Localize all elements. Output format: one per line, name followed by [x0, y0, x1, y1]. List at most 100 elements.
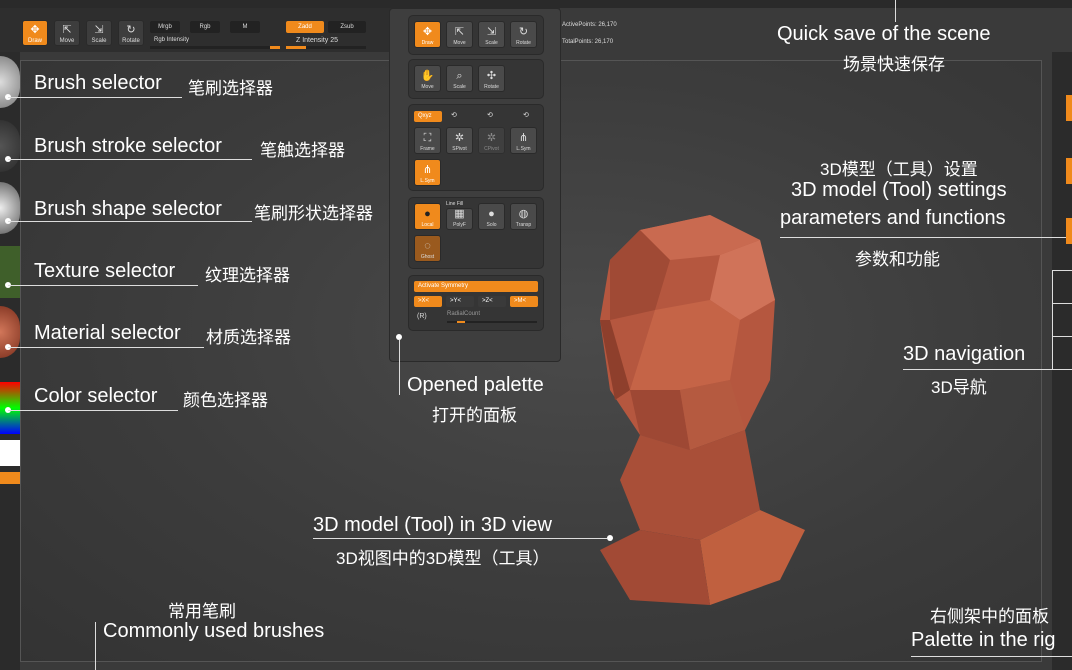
z-intensity-track[interactable]: [286, 46, 366, 49]
lsym-active-button[interactable]: ⋔ L.Sym: [414, 159, 441, 186]
axis-z-icon[interactable]: ⟲: [487, 111, 493, 119]
rotate-icon: ↻: [518, 26, 529, 38]
palette-move2-button[interactable]: ✋ Move: [414, 65, 441, 92]
transform-group: ✥ Draw ⇱ Move ⇲ Scale ↻ Rotate: [408, 15, 544, 55]
rotate-icon: ↻: [126, 24, 136, 36]
rgb-intensity-fill: [270, 46, 280, 49]
radial-count-track[interactable]: [447, 321, 537, 323]
chest: [600, 530, 710, 605]
frame-icon: ⛶: [423, 132, 432, 144]
right-palette-label-zh: 右侧架中的面板: [930, 607, 1049, 626]
mrgb-button[interactable]: Mrgb: [150, 21, 180, 33]
lsym-button[interactable]: ⋔ L.Sym: [510, 127, 537, 154]
right-shelf-button-2[interactable]: [1066, 158, 1072, 184]
m-button[interactable]: M: [230, 21, 260, 33]
3d-model-head[interactable]: [570, 210, 810, 620]
stroke-selector-leader: [8, 159, 252, 160]
common-brushes-label: Commonly used brushes: [103, 620, 325, 642]
palette-scale-button[interactable]: ⇲ Scale: [478, 21, 505, 48]
zsub-button[interactable]: Zsub: [328, 21, 366, 33]
shape-selector-label: Brush shape selector: [34, 198, 222, 220]
stroke-selector-label: Brush stroke selector: [34, 135, 222, 157]
palette-draw-button[interactable]: ✥ Draw: [414, 21, 441, 48]
brush-selector-label-zh: 笔刷选择器: [188, 79, 273, 98]
symmetry-x-button[interactable]: >X<: [414, 296, 442, 307]
texture-selector-leader: [8, 285, 198, 286]
axis-x-icon[interactable]: ⟲: [523, 111, 529, 119]
symmetry-y-button[interactable]: >Y<: [446, 296, 474, 307]
shape-selector-leader: [8, 221, 252, 222]
polyf-button[interactable]: ▦ PolyF: [446, 208, 473, 230]
main-color-swatch[interactable]: [0, 440, 20, 466]
xyz-button[interactable]: Qxyz: [414, 111, 442, 122]
right-shelf-button-3[interactable]: [1066, 218, 1072, 244]
pivot-icon: ✲: [486, 132, 497, 144]
opened-palette-label-zh: 打开的面板: [432, 406, 517, 425]
hand-icon: ✋: [420, 70, 435, 82]
opened-palette: ✥ Draw ⇱ Move ⇲ Scale ↻ Rotate ✋ Move ⌕ Scale …: [389, 8, 561, 362]
material-selector-leader: [8, 347, 204, 348]
model-in-view-label-zh: 3D视图中的3D模型（工具）: [336, 549, 550, 568]
quick-save-label-zh: 场景快速保存: [843, 55, 945, 74]
material-selector-label-zh: 材质选择器: [206, 328, 291, 347]
z-intensity-fill: [286, 46, 306, 49]
rotate-button[interactable]: ↻ Rotate: [118, 20, 144, 46]
axis-y-icon[interactable]: ⟲: [451, 111, 457, 119]
solo-button[interactable]: ● Solo: [478, 203, 505, 230]
spivot-button[interactable]: ✲ SPivot: [446, 127, 473, 154]
rgb-intensity-slider[interactable]: Rgb Intensity: [154, 37, 189, 43]
rgb-button[interactable]: Rgb: [190, 21, 220, 33]
grid-icon: ▦: [454, 208, 465, 220]
navigation-tick-3: [1052, 336, 1072, 337]
model-marker: [607, 535, 613, 541]
opened-palette-label: Opened palette: [407, 374, 544, 396]
local-icon: ●: [424, 208, 431, 220]
local-button[interactable]: ● Local: [414, 203, 441, 230]
navigation-tick-1: [1052, 270, 1072, 271]
transp-icon: ◍: [518, 208, 529, 220]
scale-icon: ⇲: [486, 26, 497, 38]
activate-symmetry-button[interactable]: Activate Symmetry: [414, 281, 538, 292]
rgb-intensity-track[interactable]: [150, 46, 280, 49]
brush-selector-leader: [8, 97, 182, 98]
palette-move-button[interactable]: ⇱ Move: [446, 21, 473, 48]
right-palette-leader: [911, 656, 1072, 657]
tool-settings-label-zh-2: 参数和功能: [855, 250, 940, 269]
color-selector-leader: [8, 410, 178, 411]
opened-palette-leader: [399, 340, 400, 395]
transp-button[interactable]: ◍ Transp: [510, 203, 537, 230]
ghost-button[interactable]: ◌ Ghost: [414, 235, 441, 262]
move-button[interactable]: ⇱ Move: [54, 20, 80, 46]
menu-bar: [0, 0, 1072, 8]
shape-selector-label-zh: 笔刷形状选择器: [254, 204, 373, 223]
palette-rotate-button[interactable]: ↻ Rotate: [510, 21, 537, 48]
scale-icon: ⇲: [94, 24, 104, 36]
navigation-tick-2: [1052, 303, 1072, 304]
draw-button[interactable]: ✥ Draw: [22, 20, 48, 46]
radial-r-button[interactable]: (R): [417, 313, 427, 320]
radial-count-slider[interactable]: RadialCount: [447, 311, 480, 317]
palette-scale2-button[interactable]: ⌕ Scale: [446, 65, 473, 92]
navigation-label: 3D navigation: [903, 343, 1026, 365]
secondary-color-swatch[interactable]: [0, 472, 20, 484]
zadd-button[interactable]: Zadd: [286, 21, 324, 33]
scale-button[interactable]: ⇲ Scale: [86, 20, 112, 46]
tool-settings-label-zh: 3D模型（工具）设置: [820, 160, 978, 179]
tool-settings-leader: [780, 237, 1072, 238]
common-brushes-label-zh: 常用笔刷: [168, 602, 236, 621]
display-group: ● Local Line Fill ▦ PolyF ● Solo ◍ Transp ◌ G…: [408, 197, 544, 269]
navigation-label-zh: 3D导航: [931, 378, 987, 397]
frame-button[interactable]: ⛶ Frame: [414, 127, 441, 154]
z-intensity-slider[interactable]: Z Intensity 25: [296, 37, 338, 44]
active-points: ActivePoints: 26,170: [562, 22, 617, 28]
zoom-icon: ⌕: [456, 70, 463, 82]
palette-rotate2-button[interactable]: ✣ Rotate: [478, 65, 505, 92]
ghost-icon: ◌: [424, 240, 431, 252]
pivot-group: Qxyz ⟲ ⟲ ⟲ ⛶ Frame ✲ SPivot ✲ CPivot ⋔ L.Sym…: [408, 104, 544, 191]
common-brushes-leader: [95, 622, 96, 670]
right-shelf-button-1[interactable]: [1066, 95, 1072, 121]
cpivot-button[interactable]: ✲ CPivot: [478, 127, 505, 154]
texture-selector-thumb[interactable]: [0, 246, 20, 298]
symmetry-z-button[interactable]: >Z<: [478, 296, 506, 307]
symmetry-m-button[interactable]: >M<: [510, 296, 538, 307]
